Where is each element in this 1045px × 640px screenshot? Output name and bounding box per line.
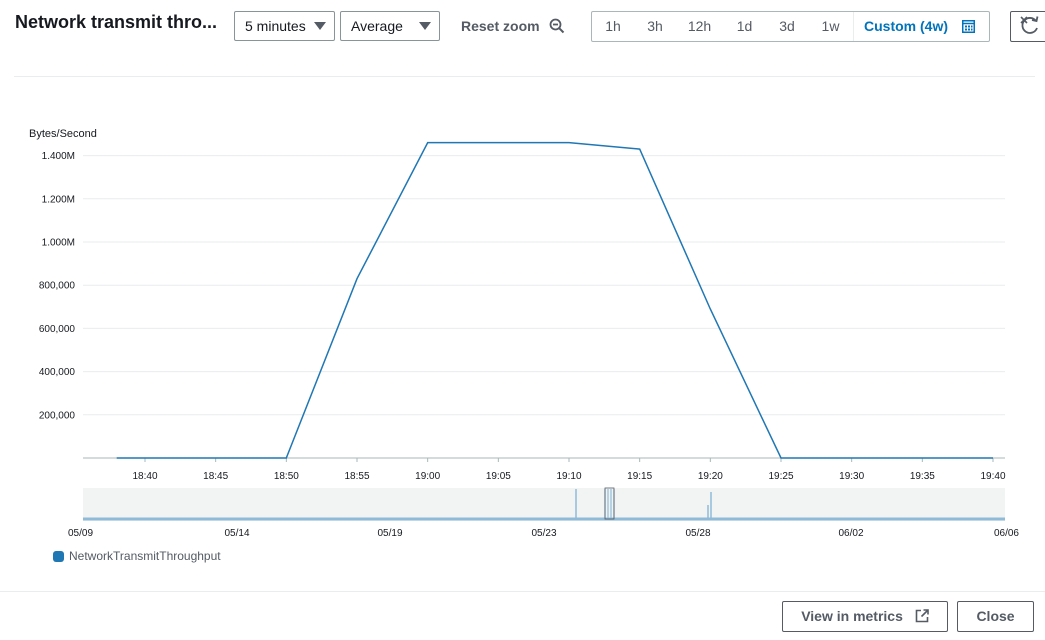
overview-x-tick-label: 06/06: [994, 528, 1019, 539]
overview-x-tick-label: 05/09: [68, 528, 93, 539]
y-tick-label: 800,000: [39, 281, 76, 292]
overview-x-tick-label: 05/23: [531, 528, 556, 539]
y-tick-label: 200,000: [39, 410, 76, 421]
overview-x-tick-label: 05/19: [377, 528, 402, 539]
x-tick-label: 19:25: [768, 471, 793, 482]
line-chart[interactable]: 200,000 400,000 600,000 800,000 1.000M 1.200M…: [0, 0, 1045, 545]
x-tick-label: 19:00: [415, 471, 440, 482]
view-in-metrics-label: View in metrics: [801, 608, 903, 624]
y-tick-label: 400,000: [39, 367, 76, 378]
y-tick-label: 600,000: [39, 324, 76, 335]
overview-x-tick-label: 05/28: [685, 528, 710, 539]
external-link-icon: [915, 609, 929, 623]
x-tick-label: 18:40: [132, 471, 157, 482]
x-tick-label: 19:10: [556, 471, 581, 482]
x-tick-label: 19:20: [698, 471, 723, 482]
legend-series-label: NetworkTransmitThroughput: [69, 549, 221, 563]
overview-x-tick-label: 06/02: [838, 528, 863, 539]
chart-legend[interactable]: NetworkTransmitThroughput: [53, 549, 221, 563]
legend-swatch: [53, 550, 64, 562]
y-tick-label: 1.400M: [42, 151, 75, 162]
x-tick-label: 19:40: [980, 471, 1005, 482]
series-line-network-transmit-throughput: [116, 141, 993, 459]
x-tick-label: 19:05: [486, 471, 511, 482]
x-tick-label: 19:30: [839, 471, 864, 482]
x-tick-label: 19:35: [910, 471, 935, 482]
y-tick-label: 1.200M: [42, 194, 75, 205]
view-in-metrics-button[interactable]: View in metrics: [782, 601, 948, 632]
x-tick-label: 19:15: [627, 471, 652, 482]
overview-x-tick-label: 05/14: [224, 528, 249, 539]
footer-divider: [0, 591, 1045, 592]
x-tick-label: 18:55: [344, 471, 369, 482]
y-tick-label: 1.000M: [42, 238, 75, 249]
x-tick-label: 18:50: [274, 471, 299, 482]
x-tick-label: 18:45: [203, 471, 228, 482]
overview-background: [83, 488, 1005, 521]
close-button[interactable]: Close: [957, 601, 1034, 632]
